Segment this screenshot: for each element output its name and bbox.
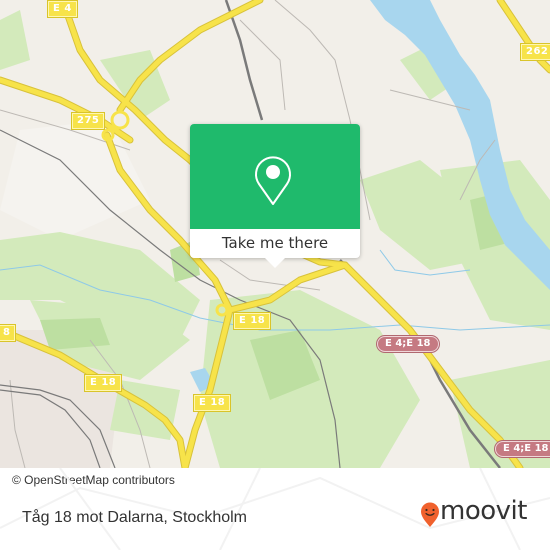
road-shield-e18: E 18 <box>192 394 232 412</box>
road-shield-275: 275 <box>70 112 106 130</box>
location-popup[interactable]: Take me there <box>190 124 360 268</box>
road-shield-e4-e18: E 4;E 18 <box>495 441 550 457</box>
road-shield-e18: E 18 <box>232 312 272 330</box>
moovit-smiley-pin-icon <box>421 502 439 527</box>
road-shield-e18: E 18 <box>83 374 123 392</box>
popup-header[interactable] <box>190 124 360 229</box>
take-me-there-button[interactable]: Take me there <box>190 229 360 258</box>
popup-pointer <box>264 257 286 268</box>
moovit-wordmark: moovit <box>440 496 527 526</box>
road-shield-e18-edge: 8 <box>0 324 17 342</box>
road-shield-e4-e18: E 4;E 18 <box>377 336 439 352</box>
road-shield-e4: E 4 <box>47 0 78 18</box>
map[interactable]: E 4 275 262 E 18 8 E 18 E 18 E 4;E 18 E … <box>0 0 550 468</box>
road-shield-262: 262 <box>519 43 550 61</box>
place-name: Tåg 18 mot Dalarna, Stockholm <box>22 509 247 526</box>
location-pin-icon <box>255 156 291 205</box>
